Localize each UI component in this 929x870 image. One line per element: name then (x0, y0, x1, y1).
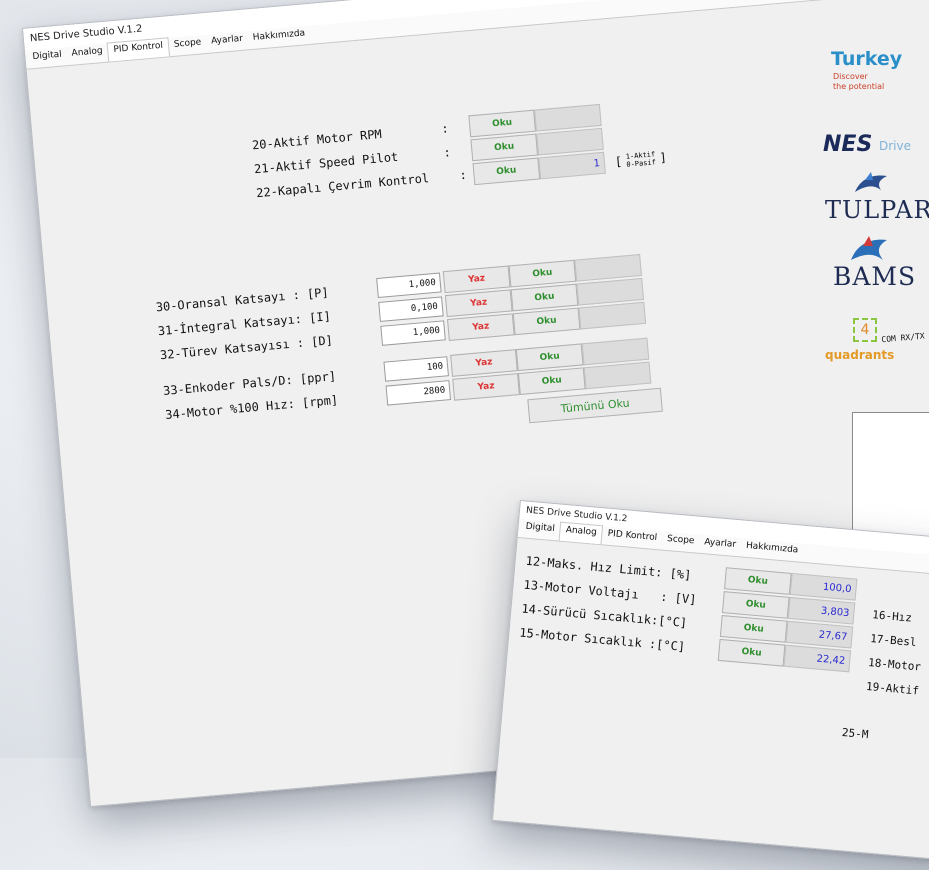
turkey-tagline-1: Discover (833, 72, 868, 81)
nes-logo-suffix: Drive (879, 139, 911, 153)
value-display (574, 253, 642, 282)
turkey-tagline-2: the potential (833, 82, 885, 91)
param-input[interactable] (380, 320, 446, 346)
legend-open-bracket: [ (614, 154, 623, 169)
analog-window: NES Drive Studio V.1.2 Digital Analog PI… (491, 500, 929, 870)
value-display (576, 277, 645, 306)
read-button[interactable]: Oku (724, 567, 792, 595)
tab-digital[interactable]: Digital (520, 519, 561, 540)
tab-pid-kontrol[interactable]: PID Kontrol (602, 526, 663, 549)
read-button[interactable]: Oku (468, 109, 536, 138)
read-button[interactable]: Oku (719, 615, 788, 643)
read-button[interactable]: Oku (717, 638, 786, 667)
value-display: 22,42 (783, 644, 852, 673)
legend-close-bracket: ] (658, 150, 668, 165)
value-display (581, 337, 650, 366)
mode-legend: 1-Aktif 0-Pasif (625, 150, 656, 169)
tab-scope[interactable]: Scope (168, 35, 207, 56)
value-display (583, 361, 652, 390)
param-input[interactable] (383, 356, 449, 382)
read-all-row: Tümünü Oku (527, 387, 663, 424)
write-button[interactable]: Yaz (452, 373, 520, 401)
bams-pegasus-icon (851, 236, 887, 260)
param-input[interactable] (376, 272, 442, 299)
turkey-logo: Turkey (831, 48, 903, 70)
write-button[interactable]: Yaz (444, 289, 513, 318)
status-separator: : (458, 167, 468, 183)
tab-scope[interactable]: Scope (661, 532, 700, 553)
read-all-button[interactable]: Tümünü Oku (527, 387, 663, 424)
analog-right-label-19: 19-Aktif (865, 679, 920, 698)
value-display: 1 (538, 151, 606, 180)
status-separator: : (440, 121, 450, 136)
param-input[interactable] (385, 380, 452, 406)
write-button[interactable]: Yaz (442, 265, 511, 294)
legend-passive: 0-Pasif (626, 158, 657, 169)
status-separator: : (442, 145, 452, 160)
tab-ayarlar[interactable]: Ayarlar (698, 535, 741, 557)
analog-right-label-17: 17-Besl (869, 632, 918, 650)
read-button[interactable]: Oku (472, 157, 541, 186)
bams-logo: BAMS (833, 262, 917, 291)
value-display (536, 127, 604, 156)
quadrants-logo: quadrants (825, 348, 895, 362)
param-input[interactable] (378, 296, 444, 322)
tab-analog[interactable]: Analog (66, 44, 109, 66)
write-button[interactable]: Yaz (446, 313, 515, 341)
value-display: 100,0 (789, 572, 858, 601)
read-button[interactable]: Oku (517, 367, 586, 396)
read-button[interactable]: Oku (515, 343, 584, 372)
read-button[interactable]: Oku (721, 591, 790, 619)
quadrants-icon: 4 (853, 318, 877, 342)
tulpar-logo: TULPAR (825, 196, 929, 224)
analog-bottom-label: 25-M (841, 725, 869, 742)
analog-right-label-18: 18-Motor (867, 655, 922, 674)
read-button[interactable]: Oku (510, 283, 579, 312)
value-display: 27,67 (785, 620, 854, 649)
analog-right-label-16: 16-Hız (871, 608, 913, 625)
read-button[interactable]: Oku (470, 133, 539, 162)
read-button[interactable]: Oku (508, 259, 577, 288)
nes-logo: NES (823, 132, 873, 157)
tab-analog[interactable]: Analog (558, 521, 604, 545)
value-display (578, 301, 647, 330)
value-display (534, 103, 602, 132)
tab-ayarlar[interactable]: Ayarlar (206, 31, 249, 53)
value-display: 3,803 (787, 596, 856, 625)
tulpar-horse-icon (855, 172, 887, 192)
write-button[interactable]: Yaz (450, 349, 518, 377)
tab-digital[interactable]: Digital (27, 47, 68, 68)
tab-pid-kontrol[interactable]: PID Kontrol (106, 37, 170, 62)
read-button[interactable]: Oku (512, 307, 581, 336)
